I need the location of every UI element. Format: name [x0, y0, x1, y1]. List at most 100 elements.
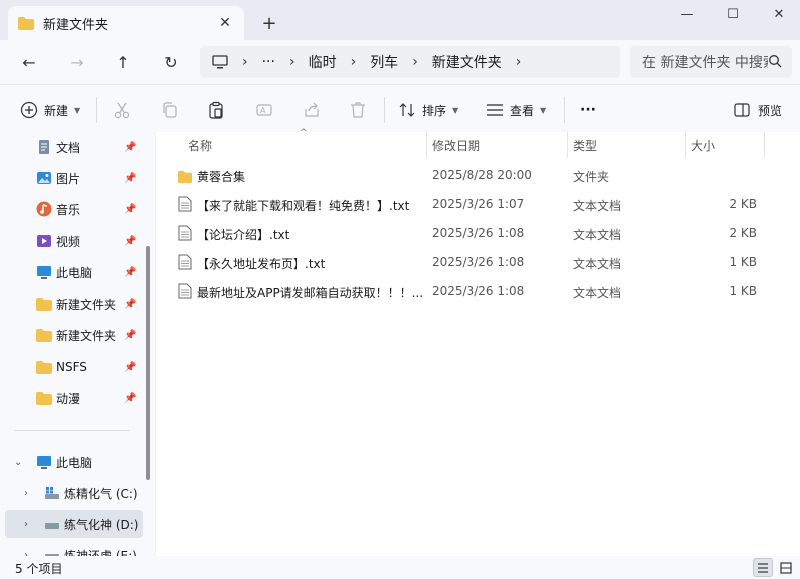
computer-icon	[37, 456, 51, 469]
file-date: 2025/3/26 1:08	[432, 255, 525, 269]
column-divider[interactable]	[764, 132, 765, 158]
sidebar-item-music[interactable]: 音乐 📌	[0, 195, 146, 223]
tiles-view-button[interactable]	[776, 558, 796, 577]
system-drive-icon	[45, 487, 59, 499]
text-file-icon	[178, 225, 192, 241]
new-tab-button[interactable]: +	[258, 12, 280, 34]
more-button[interactable]: ···	[580, 97, 596, 123]
column-header-date[interactable]: 修改日期	[432, 132, 480, 158]
chevron-right-icon[interactable]: ›	[24, 519, 28, 530]
view-button[interactable]: 查看 ▼	[486, 97, 546, 123]
column-divider[interactable]	[426, 132, 427, 158]
file-name: 最新地址及APP请发邮箱自动获取！！！...	[197, 286, 424, 300]
breadcrumb-item-2[interactable]: 列车	[370, 52, 398, 72]
folder-icon	[36, 329, 52, 342]
folder-icon	[18, 16, 34, 30]
sidebar-item-drive-d[interactable]: › 练气化神 (D:)	[5, 510, 143, 538]
sidebar-item-label: 炼神还虚 (E:)	[64, 548, 137, 557]
sidebar-item-label: 炼精化气 (C:)	[64, 486, 138, 501]
sidebar-item-label: 图片	[56, 171, 81, 186]
sidebar-item-drive-e[interactable]: › 炼神还虚 (E:)	[0, 541, 146, 556]
sidebar-item-drive-c[interactable]: › 炼精化气 (C:)	[0, 479, 146, 507]
sidebar-item-documents[interactable]: 文档 📌	[0, 133, 146, 161]
close-window-button[interactable]: ✕	[756, 0, 800, 28]
chevron-down-icon: ▼	[452, 105, 459, 115]
sidebar-item-this-pc[interactable]: ⌄ 此电脑	[0, 448, 146, 476]
delete-button[interactable]	[348, 97, 368, 123]
sidebar-item-label: 视频	[56, 234, 81, 249]
drive-icon	[45, 554, 59, 556]
search-input[interactable]: 在 新建文件夹 中搜索	[630, 46, 792, 78]
up-button[interactable]: ↑	[110, 50, 136, 74]
folder-icon	[36, 361, 52, 374]
pin-icon: 📌	[124, 329, 137, 341]
chevron-right-icon[interactable]: ›	[516, 54, 522, 70]
copy-button[interactable]	[160, 97, 180, 123]
file-row[interactable]: 黄蓉合集 2025/8/28 20:00 文件夹	[170, 161, 800, 190]
search-placeholder: 在 新建文件夹 中搜索	[642, 55, 777, 71]
sort-button[interactable]: 排序 ▼	[398, 97, 458, 123]
details-view-button[interactable]	[753, 558, 773, 577]
sidebar-item-label: 练气化神 (D:)	[64, 517, 139, 532]
forward-button[interactable]: →	[64, 50, 90, 74]
details-view-icon	[758, 562, 768, 573]
paste-button[interactable]	[206, 97, 226, 123]
breadcrumb-item-1[interactable]: 临时	[309, 52, 337, 72]
chevron-down-icon: ▼	[74, 105, 81, 115]
preview-button[interactable]: 预览	[734, 97, 782, 123]
file-row[interactable]: 【永久地址发布页】.txt 2025/3/26 1:08 文本文档 1 KB	[170, 248, 800, 277]
rename-button[interactable]: A	[254, 97, 274, 123]
tab-close-icon[interactable]: ✕	[216, 14, 234, 32]
chevron-right-icon: ›	[242, 54, 248, 70]
column-header-name[interactable]: 名称	[188, 132, 212, 158]
list-view-icon	[487, 104, 503, 116]
breadcrumb-overflow[interactable]: ···	[262, 54, 275, 70]
sidebar-item-this-pc-pinned[interactable]: 此电脑 📌	[0, 258, 146, 286]
sidebar-item-pictures[interactable]: 图片 📌	[0, 164, 146, 192]
videos-icon	[37, 235, 51, 247]
address-bar[interactable]: › ··· › 临时 › 列车 › 新建文件夹 ›	[200, 46, 620, 78]
file-row[interactable]: 【来了就能下载和观看！纯免费！】.txt 2025/3/26 1:07 文本文档…	[170, 190, 800, 219]
chevron-down-icon[interactable]: ⌄	[14, 457, 22, 468]
chevron-right-icon: ›	[288, 54, 295, 70]
text-file-icon	[178, 283, 192, 299]
file-type: 文本文档	[573, 199, 622, 213]
navigation-pane[interactable]: 文档 📌 图片 📌 音乐 📌 视频 📌 此电脑 📌 新建文件夹 📌 新建文件夹 …	[0, 132, 155, 556]
tab-current-folder[interactable]: 新建文件夹 ✕	[8, 6, 244, 40]
divider	[384, 97, 385, 123]
new-button[interactable]: 新建 ▼	[20, 97, 80, 123]
sidebar-item-folder-1[interactable]: 新建文件夹 📌	[0, 290, 146, 318]
file-date: 2025/8/28 20:00	[432, 168, 532, 182]
sidebar-item-nsfs[interactable]: NSFS 📌	[0, 353, 146, 381]
pin-icon: 📌	[124, 298, 137, 310]
file-name: 【论坛介绍】.txt	[197, 228, 290, 242]
breadcrumb-item-3[interactable]: 新建文件夹	[432, 52, 502, 72]
back-button[interactable]: ←	[16, 50, 42, 74]
sidebar-scrollbar[interactable]	[146, 246, 150, 480]
divider	[564, 97, 565, 123]
sidebar-item-label: NSFS	[56, 360, 87, 374]
sidebar-item-label: 此电脑	[56, 455, 93, 470]
column-divider[interactable]	[685, 132, 686, 158]
file-row[interactable]: 最新地址及APP请发邮箱自动获取！！！... 2025/3/26 1:08 文本…	[170, 277, 800, 306]
chevron-right-icon[interactable]: ›	[24, 488, 28, 499]
column-divider[interactable]	[567, 132, 568, 158]
sidebar-item-anime[interactable]: 动漫 📌	[0, 384, 146, 412]
maximize-button[interactable]: ☐	[710, 0, 756, 28]
file-list[interactable]: ^ 名称 修改日期 类型 大小 黄蓉合集 2025/8/28 20:00 文件夹…	[156, 128, 800, 556]
share-icon	[302, 100, 322, 120]
cut-button[interactable]	[112, 97, 132, 123]
sidebar-item-folder-2[interactable]: 新建文件夹 📌	[0, 321, 146, 349]
music-icon	[36, 201, 52, 217]
refresh-button[interactable]: ↻	[158, 50, 184, 74]
file-type: 文件夹	[573, 170, 610, 184]
file-row[interactable]: 【论坛介绍】.txt 2025/3/26 1:08 文本文档 2 KB	[170, 219, 800, 248]
share-button[interactable]	[302, 97, 322, 123]
minimize-button[interactable]: —	[664, 0, 710, 28]
sort-icon	[399, 103, 415, 117]
column-header-size[interactable]: 大小	[691, 132, 715, 158]
column-header-type[interactable]: 类型	[573, 132, 597, 158]
pin-icon: 📌	[124, 266, 137, 278]
file-date: 2025/3/26 1:08	[432, 226, 525, 240]
sidebar-item-videos[interactable]: 视频 📌	[0, 227, 146, 255]
